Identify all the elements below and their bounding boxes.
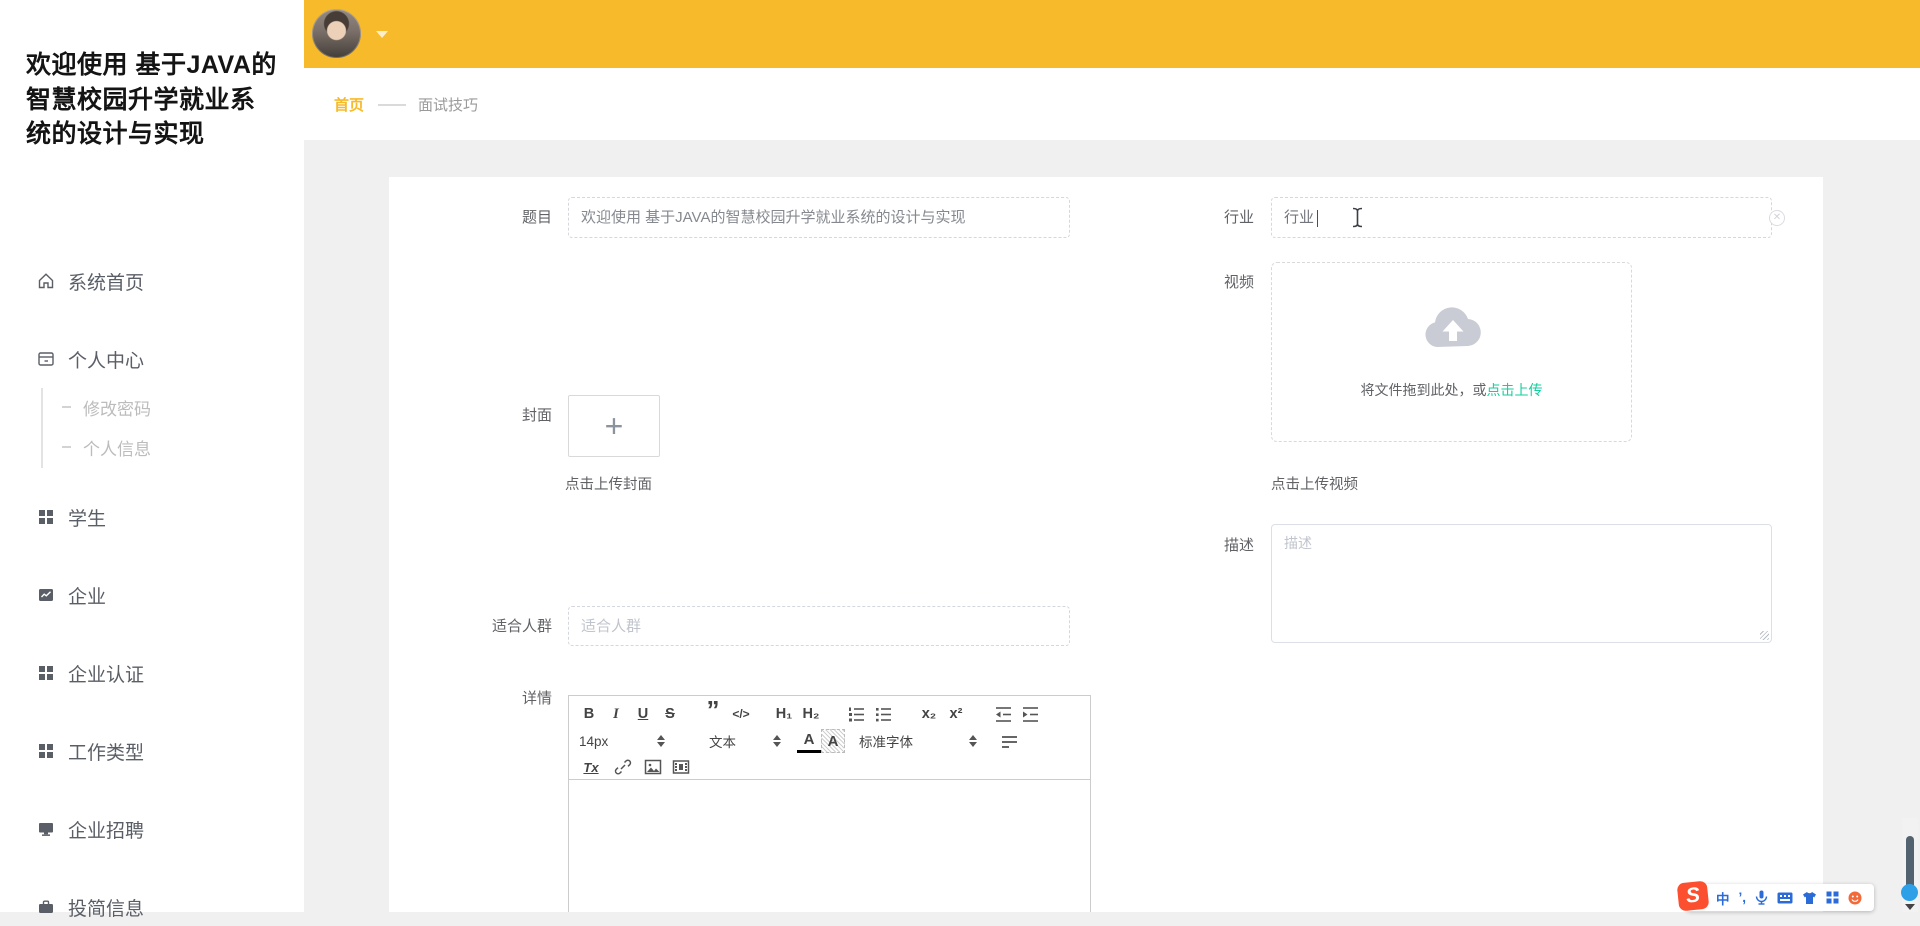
insert-video-button[interactable] (669, 755, 693, 779)
page-content: 题目 欢迎使用 基于JAVA的智慧校园升学就业系统的设计与实现 行业 行业 ✕ … (304, 140, 1920, 912)
upload-click-link[interactable]: 点击上传 (1487, 382, 1543, 398)
upload-cloud-icon (1425, 307, 1481, 347)
scrollbar-ball[interactable] (1901, 884, 1918, 901)
clear-input-icon[interactable]: ✕ (1769, 210, 1785, 226)
trend-chart-icon (36, 585, 56, 605)
app-title: 欢迎使用 基于JAVA的智慧校园升学就业系统的设计与实现 (26, 51, 277, 148)
main-area: 首页 —— 面试技巧 题目 欢迎使用 基于JAVA的智慧校园升学就业系统的设计与… (304, 0, 1920, 912)
outdent-button[interactable] (991, 702, 1015, 726)
ime-lang-mode[interactable]: 中 (1716, 888, 1730, 908)
detail-label: 详情 (521, 690, 552, 707)
text-caret (1317, 210, 1318, 227)
insert-image-button[interactable] (641, 755, 665, 779)
picker-arrows-icon (657, 735, 665, 747)
bullet-list-button[interactable] (871, 702, 895, 726)
video-label: 视频 (1223, 274, 1254, 291)
scroll-down-arrow-icon[interactable] (1905, 904, 1915, 910)
breadcrumb-home[interactable]: 首页 (334, 94, 364, 115)
sidebar: 欢迎使用 基于JAVA的智慧校园升学就业系统的设计与实现 系统首页 个人中心 修… (0, 0, 304, 920)
grid-icon (36, 663, 56, 683)
sidebar-item-personal-center[interactable]: 个人中心 (0, 340, 304, 378)
form-card: 题目 欢迎使用 基于JAVA的智慧校园升学就业系统的设计与实现 行业 行业 ✕ … (389, 177, 1823, 912)
breadcrumb-current: 面试技巧 (418, 97, 479, 114)
emoji-icon[interactable] (1848, 891, 1862, 905)
panel-icon (36, 349, 56, 369)
home-icon (36, 271, 56, 291)
bold-button[interactable]: B (577, 702, 601, 726)
header-1-button[interactable]: H₁ (772, 702, 796, 726)
code-block-button[interactable]: </> (729, 702, 753, 726)
strikethrough-button[interactable]: S (658, 702, 682, 726)
video-upload-dropzone[interactable]: 将文件拖到此处，或点击上传 (1271, 262, 1632, 442)
description-label: 描述 (1223, 537, 1254, 554)
toolbox-grid-icon[interactable] (1826, 891, 1839, 904)
user-avatar[interactable] (312, 9, 361, 58)
textarea-resize-handle[interactable] (1760, 631, 1769, 640)
ime-punctuation-mode[interactable]: ’, (1739, 890, 1747, 905)
sidebar-item-personal-info[interactable]: 个人信息 (62, 432, 151, 462)
align-button[interactable] (997, 729, 1021, 753)
title-input[interactable]: 欢迎使用 基于JAVA的智慧校园升学就业系统的设计与实现 (568, 197, 1070, 238)
indent-button[interactable] (1018, 702, 1042, 726)
cover-upload-box[interactable]: + (568, 395, 660, 457)
audience-input[interactable]: 适合人群 (568, 606, 1070, 646)
clean-format-button[interactable]: Tx (579, 755, 603, 779)
superscript-button[interactable]: x² (944, 702, 968, 726)
audience-label: 适合人群 (491, 618, 552, 635)
sidebar-item-job-types[interactable]: 工作类型 (0, 732, 304, 770)
subscript-button[interactable]: x₂ (917, 702, 941, 726)
sidebar-item-students[interactable]: 学生 (0, 498, 304, 536)
blockquote-button[interactable]: ” (701, 695, 725, 725)
paragraph-picker[interactable]: 文本 (709, 729, 781, 753)
sidebar-item-enterprise-recruit[interactable]: 企业招聘 (0, 810, 304, 848)
tree-dash-icon (62, 406, 71, 408)
background-color-button[interactable]: A (821, 729, 845, 753)
picker-arrows-icon (969, 735, 977, 747)
industry-input[interactable]: 行业 ✕ (1271, 197, 1785, 238)
sidebar-item-home[interactable]: 系统首页 (0, 262, 304, 300)
text-color-button[interactable]: A (797, 729, 821, 753)
rich-text-editor: B I U S ” </> H₁ H₂ x₂ x² 14px 文本 A A 标准… (568, 695, 1091, 912)
cover-label: 封面 (521, 407, 552, 424)
top-navbar (304, 0, 1920, 68)
font-family-picker[interactable]: 标准字体 (859, 729, 977, 753)
sidebar-item-enterprise[interactable]: 企业 (0, 576, 304, 614)
plus-icon: + (604, 408, 624, 444)
grid-icon (36, 741, 56, 761)
submenu-guide-line (41, 388, 43, 468)
breadcrumb-bar: 首页 —— 面试技巧 (304, 68, 1920, 140)
editor-content-area[interactable] (568, 780, 1091, 912)
industry-label: 行业 (1223, 209, 1254, 226)
avatar-dropdown-caret-icon[interactable] (376, 31, 388, 38)
description-textarea[interactable]: 描述 (1271, 524, 1772, 643)
briefcase-icon (36, 897, 56, 917)
italic-button[interactable]: I (604, 702, 628, 726)
editor-toolbar: B I U S ” </> H₁ H₂ x₂ x² 14px 文本 A A 标准… (568, 695, 1091, 780)
header-2-button[interactable]: H₂ (799, 702, 823, 726)
breadcrumb: 首页 —— 面试技巧 (334, 94, 478, 115)
ordered-list-button[interactable] (844, 702, 868, 726)
sidebar-item-change-password[interactable]: 修改密码 (62, 392, 151, 422)
skin-shirt-icon[interactable] (1802, 891, 1817, 905)
sidebar-item-enterprise-cert[interactable]: 企业认证 (0, 654, 304, 692)
sogou-logo[interactable]: S (1676, 880, 1710, 912)
underline-button[interactable]: U (631, 702, 655, 726)
upload-drag-hint: 将文件拖到此处，或点击上传 (1360, 382, 1543, 398)
grid-icon (36, 507, 56, 527)
monitor-icon (36, 819, 56, 839)
microphone-icon[interactable] (1755, 890, 1768, 905)
keyboard-icon[interactable] (1777, 892, 1793, 904)
ibeam-cursor-icon (1352, 207, 1363, 228)
sidebar-item-resume-info[interactable]: 投简信息 (0, 888, 304, 926)
video-upload-hint: 点击上传视频 (1271, 477, 1358, 493)
picker-arrows-icon (773, 735, 781, 747)
font-size-picker[interactable]: 14px (579, 729, 665, 753)
tree-dash-icon (62, 446, 71, 448)
title-label: 题目 (521, 209, 552, 226)
breadcrumb-separator: —— (378, 96, 406, 113)
link-button[interactable] (611, 755, 635, 779)
cover-upload-hint: 点击上传封面 (565, 477, 652, 493)
ime-toolbar: S 中 ’, (1676, 880, 1874, 912)
